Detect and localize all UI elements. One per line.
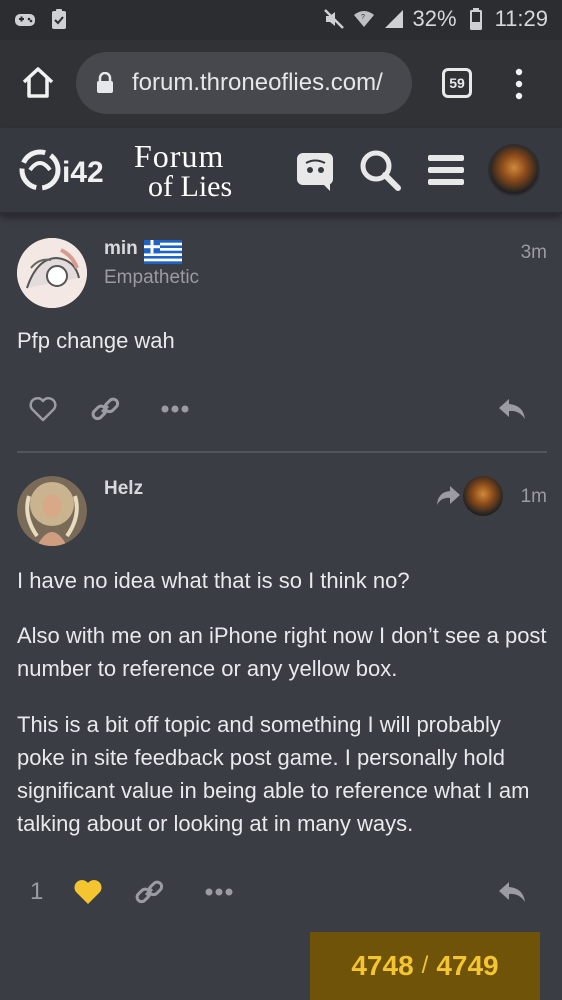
current-user-avatar[interactable]: [488, 144, 540, 196]
reply-to-arrow-icon[interactable]: [436, 484, 462, 506]
battery-icon: [465, 8, 487, 30]
post-time[interactable]: 1m: [521, 486, 547, 508]
post-username[interactable]: Helz: [104, 478, 143, 500]
mute-icon: [323, 8, 345, 30]
url-text: forum.throneoflies.com/: [132, 69, 383, 96]
search-icon[interactable]: [358, 148, 402, 192]
post-username[interactable]: min: [104, 238, 138, 260]
heart-outline-icon[interactable]: [25, 391, 61, 427]
post-min: min Empathetic 3m Pfp change wah: [0, 214, 562, 452]
like-count[interactable]: 1: [30, 878, 43, 906]
forum-of-lies-logo[interactable]: Forum of Lies: [134, 138, 258, 208]
clipboard-icon: [48, 8, 70, 30]
post-paragraph: Pfp change wah: [17, 328, 175, 353]
progress-total: 4749: [436, 950, 499, 981]
browser-toolbar: forum.throneoflies.com/ 59: [0, 40, 562, 128]
overflow-menu-icon[interactable]: [510, 66, 528, 102]
address-bar[interactable]: forum.throneoflies.com/: [76, 52, 412, 114]
avatar[interactable]: [17, 476, 87, 546]
battery-percent: 32%: [412, 6, 457, 31]
topic-progress[interactable]: 4748 / 4749: [310, 932, 540, 1000]
tab-switcher-button[interactable]: 59: [442, 68, 472, 98]
svg-text:?: ?: [361, 14, 365, 21]
reply-icon[interactable]: [494, 874, 530, 910]
more-options-icon[interactable]: [157, 391, 193, 427]
discord-icon[interactable]: [294, 148, 338, 192]
lock-icon: [96, 71, 116, 94]
signal-icon: [383, 8, 405, 30]
link-icon[interactable]: [131, 874, 167, 910]
home-icon[interactable]: [20, 64, 60, 104]
clock: 11:29: [494, 6, 548, 31]
post-time[interactable]: 3m: [521, 242, 547, 264]
avatar[interactable]: [17, 238, 87, 308]
progress-separator: /: [421, 952, 429, 979]
user-title: Empathetic: [104, 267, 200, 288]
heart-filled-icon[interactable]: [70, 874, 106, 910]
post-helz: Helz 1m I have no idea what that is so I…: [0, 454, 562, 932]
progress-current: 4748: [351, 950, 414, 981]
reply-icon[interactable]: [494, 391, 530, 427]
site-header: i42 Forum of Lies: [0, 128, 562, 214]
reply-to-avatar[interactable]: [463, 476, 503, 516]
greece-flag-icon: [144, 240, 182, 264]
i42-logo[interactable]: i42: [16, 144, 116, 196]
wifi-icon: ?: [353, 8, 375, 30]
status-bar: ? 32% 11:29: [0, 0, 562, 40]
game-controller-icon: [14, 8, 36, 30]
post-paragraph: I have no idea what that is so I think n…: [17, 568, 410, 593]
more-options-icon[interactable]: [201, 874, 237, 910]
post-paragraph: Also with me on an iPhone right now I do…: [17, 623, 547, 681]
link-icon[interactable]: [87, 391, 123, 427]
brand-line-2: of Lies: [148, 170, 233, 203]
post-paragraph: This is a bit off topic and something I …: [17, 712, 530, 836]
logo-text: i42: [62, 156, 104, 189]
hamburger-menu-icon[interactable]: [424, 148, 468, 192]
post-divider: [17, 451, 547, 453]
